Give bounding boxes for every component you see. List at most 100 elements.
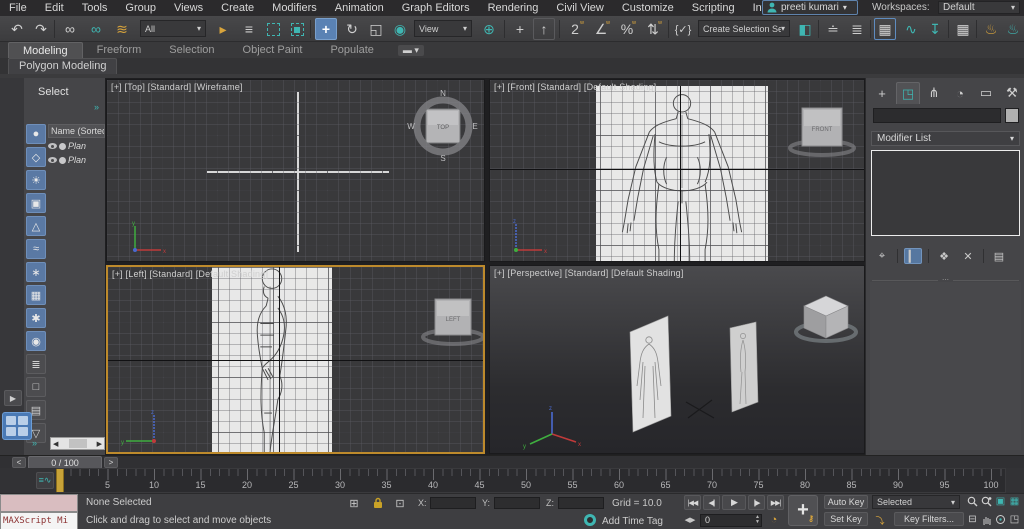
explorer-horizontal-scrollbar[interactable]: ◀ ▶ <box>50 437 105 450</box>
play-button[interactable]: ▶ <box>722 495 746 510</box>
filter-geometry-icon[interactable]: ● <box>26 124 46 144</box>
y-coordinate-field[interactable] <box>494 497 540 509</box>
edit-named-selection-sets-button[interactable]: {✓} <box>672 18 694 40</box>
scroll-thumb[interactable] <box>68 439 87 448</box>
menu-item-graph-editors[interactable]: Graph Editors <box>393 0 479 16</box>
previous-frame-button[interactable]: ◀|| <box>703 495 720 510</box>
viewport-front-label[interactable]: [+] [Front] [Standard] [Default Shading] <box>494 82 656 92</box>
ribbon-minimize-icon[interactable]: ▬ ▾ <box>397 44 424 56</box>
object-name-field[interactable] <box>873 108 1001 123</box>
time-configuration-icon[interactable]: ◔ <box>766 513 782 527</box>
show-end-result-button[interactable]: ▎ <box>904 248 922 264</box>
new-key-default-icon[interactable]: ⤵ <box>872 513 888 527</box>
viewport-left[interactable]: [+] [Left] [Standard] [Default Shading] … <box>106 265 485 454</box>
tab-modify[interactable]: ◳ <box>896 82 920 104</box>
pan-hand-icon[interactable] <box>980 513 993 526</box>
percent-snap-toggle[interactable]: % ʷ <box>616 18 638 40</box>
key-mode-dropdown[interactable]: Selected ▾ <box>872 495 960 509</box>
select-and-manipulate-button[interactable]: + <box>509 18 531 40</box>
visibility-eye-icon[interactable] <box>48 157 57 163</box>
polygon-modeling-panel-tab[interactable]: Polygon Modeling <box>8 58 118 74</box>
add-time-tag[interactable]: Add Time Tag <box>602 516 663 527</box>
filter-containers-icon[interactable]: ▦ <box>26 285 46 305</box>
set-keys-button[interactable]: + ⚷ <box>788 495 818 526</box>
explorer-object-row[interactable]: Plan <box>48 153 105 167</box>
window-crossing-toggle[interactable] <box>286 18 308 40</box>
track-bar-ruler[interactable]: 0510152025303540455055606570758085909510… <box>56 468 1006 493</box>
ribbon-tab-selection[interactable]: Selection <box>155 42 228 58</box>
modifier-list-dropdown[interactable]: Modifier List ▾ <box>871 131 1020 146</box>
filter-display-blank-icon[interactable]: □ <box>26 377 46 397</box>
viewport-perspective-label[interactable]: [+] [Perspective] [Standard] [Default Sh… <box>494 268 684 278</box>
maximize-viewport-toggle-icon[interactable]: ◳ <box>1008 513 1021 526</box>
named-selection-sets-dropdown[interactable]: Create Selection Se ▾ <box>698 20 790 37</box>
zoom-extents-all-icon[interactable]: ▦ <box>1008 495 1021 508</box>
ribbon-tab-freeform[interactable]: Freeform <box>83 42 156 58</box>
menu-item-scripting[interactable]: Scripting <box>683 0 744 16</box>
align-button[interactable]: ≐ <box>822 18 844 40</box>
menu-item-tools[interactable]: Tools <box>73 0 117 16</box>
select-and-scale-button[interactable]: ◱ <box>365 18 387 40</box>
selection-lock-icon[interactable] <box>370 496 386 510</box>
layer-manager-button[interactable]: ≣ <box>846 18 868 40</box>
mirror-button[interactable]: ◧ <box>794 18 816 40</box>
reference-plane-front[interactable] <box>596 86 768 261</box>
angle-snap-toggle[interactable]: ∠ ʷ <box>590 18 612 40</box>
viewcube-front[interactable]: FRONT <box>786 98 858 160</box>
filter-particles-icon[interactable]: ✱ <box>26 308 46 328</box>
tab-hierarchy[interactable]: ⋔ <box>922 82 946 104</box>
keyboard-shortcut-override-toggle[interactable]: ↑ <box>533 18 555 40</box>
menu-item-edit[interactable]: Edit <box>36 0 73 16</box>
undo-button[interactable]: ↶ <box>6 18 28 40</box>
ribbon-tab-object-paint[interactable]: Object Paint <box>229 42 317 58</box>
toggle-ribbon-button[interactable]: ▦ <box>874 18 896 40</box>
filter-bones-icon[interactable]: ∗ <box>26 262 46 282</box>
menu-item-customize[interactable]: Customize <box>613 0 683 16</box>
bind-to-space-warp-icon[interactable]: ≋ <box>111 18 133 40</box>
viewport-left-label[interactable]: [+] [Left] [Standard] [Default Shading] <box>112 269 268 279</box>
go-to-start-button[interactable]: |◀◀ <box>684 495 701 510</box>
spinner-snap-toggle[interactable]: ⇅ ʷ <box>642 18 664 40</box>
configure-modifier-sets-button[interactable]: ▤ <box>990 248 1008 264</box>
menu-item-animation[interactable]: Animation <box>326 0 393 16</box>
previous-frame-button[interactable]: < <box>12 457 26 468</box>
isolate-selection-icon[interactable]: ⊞ <box>346 496 362 510</box>
tab-create[interactable]: + <box>870 82 894 104</box>
x-coordinate-field[interactable] <box>430 497 476 509</box>
viewport-perspective[interactable]: z x y [+] [Perspective] [Standard] [Defa… <box>489 265 865 454</box>
select-and-rotate-button[interactable]: ↻ <box>341 18 363 40</box>
tab-display[interactable]: ▭ <box>974 82 998 104</box>
tab-motion[interactable]: ◔ <box>948 82 972 104</box>
menu-item-views[interactable]: Views <box>165 0 212 16</box>
menu-item-file[interactable]: File <box>0 0 36 16</box>
frame-spinner[interactable]: ▲ ▼ <box>755 515 760 525</box>
select-and-place-button[interactable]: ◉ <box>389 18 411 40</box>
viewport-top-label[interactable]: [+] [Top] [Standard] [Wireframe] <box>111 82 243 92</box>
current-frame-field[interactable]: 0 ▲ ▼ <box>700 514 762 527</box>
user-account-menu[interactable]: preeti kumari ▾ <box>762 0 858 15</box>
explorer-expand-icon-bottom[interactable]: » <box>32 438 37 448</box>
zoom-region-icon[interactable]: ⊟ <box>966 513 979 526</box>
maxscript-macro-recorder[interactable] <box>0 494 78 512</box>
scroll-left-arrow[interactable]: ◀ <box>53 440 58 448</box>
zoom-extents-icon[interactable]: ▣ <box>994 495 1007 508</box>
viewcube-compass[interactable]: TOP N E S W <box>405 86 481 162</box>
snaps-toggle-2d-button[interactable]: 2ʷ <box>564 18 586 40</box>
orbit-icon[interactable] <box>994 513 1007 526</box>
scroll-right-arrow[interactable]: ▶ <box>97 440 102 448</box>
viewport-front[interactable]: [+] [Front] [Standard] [Default Shading]… <box>489 79 865 262</box>
filter-cameras-icon[interactable]: ▣ <box>26 193 46 213</box>
filter-shapes-icon[interactable]: ◇ <box>26 147 46 167</box>
set-key-button[interactable]: Set Key <box>824 512 868 526</box>
filter-display-list-icon[interactable]: ≣ <box>26 354 46 374</box>
workspace-dropdown[interactable]: Default ▾ <box>938 1 1020 14</box>
modifier-stack-list[interactable] <box>871 150 1020 236</box>
selection-filter-dropdown[interactable]: All ▾ <box>140 20 206 37</box>
ribbon-tab-populate[interactable]: Populate <box>316 42 387 58</box>
select-by-name-button[interactable]: ≡ <box>238 18 260 40</box>
redo-button[interactable]: ↷ <box>30 18 52 40</box>
select-object-button[interactable]: ▸ <box>212 18 234 40</box>
use-pivot-point-center-button[interactable]: ⊕ <box>478 18 500 40</box>
viewport-top[interactable]: [+] [Top] [Standard] [Wireframe] TOP N E… <box>106 79 485 262</box>
select-and-link-icon[interactable]: ∞ <box>59 18 81 40</box>
